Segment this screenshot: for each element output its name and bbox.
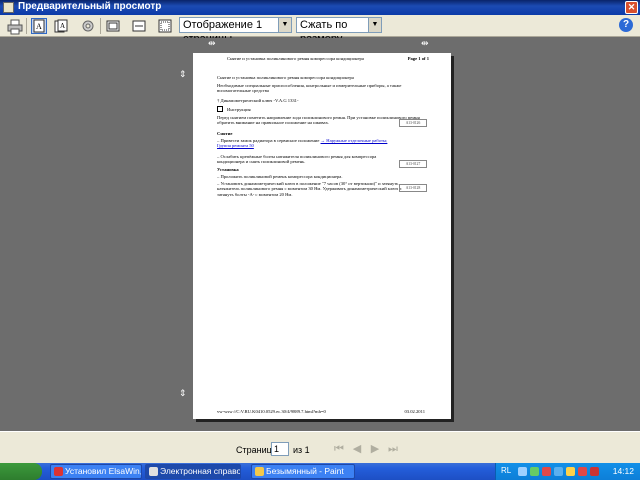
chevron-down-icon[interactable]: ▼ — [278, 18, 291, 32]
install-step-1: – Проложить поликлиновой ремень компресс… — [217, 174, 343, 179]
next-page-icon[interactable]: ▶ — [368, 443, 382, 455]
doc-title: Снятие и установка поликлинового ремня к… — [217, 75, 354, 80]
page-footer-right: 03.02.2011 — [404, 409, 425, 414]
task-label: Установил ElsaWin, ... — [65, 466, 142, 476]
figure-thumbnail[interactable]: A13-0127 — [399, 160, 427, 168]
page-footer-left: vw-wsw://C:V.RU.K0410.0529.ec.30/4/9889.… — [217, 409, 326, 414]
close-button[interactable]: ✕ — [625, 1, 638, 14]
tray-icon[interactable] — [578, 467, 587, 476]
elsawin-icon — [54, 467, 63, 476]
install-title: Установка — [217, 167, 239, 172]
single-page-icon[interactable]: A — [31, 18, 47, 34]
instruction-text: Перед снятием пометить направление хода … — [217, 115, 420, 126]
zoom-icon[interactable] — [157, 18, 173, 34]
help-button[interactable]: ? — [619, 18, 633, 32]
print-icon[interactable] — [6, 18, 23, 35]
tools-intro: Необходимые специальные приспособления, … — [217, 83, 402, 94]
svg-text:A: A — [60, 22, 65, 30]
tray-icon[interactable] — [566, 467, 575, 476]
taskbar: Установил ElsaWin, ... Электронная справ… — [0, 463, 640, 480]
instruction-label: Инструкция — [227, 107, 251, 112]
multi-page-icon[interactable]: A — [53, 18, 69, 34]
tray-icon[interactable] — [530, 467, 539, 476]
removal-title: Снятие — [217, 131, 233, 136]
bottom-margin-handle[interactable]: ⇕ — [179, 388, 187, 399]
page-number-input[interactable]: 1 — [271, 442, 289, 456]
top-margin-handle[interactable]: ⇕ — [179, 69, 187, 80]
start-button[interactable] — [0, 463, 42, 480]
tray-icon[interactable] — [590, 467, 599, 476]
removal-step-1-text: – Привести замок радиатора в сервисное п… — [217, 138, 320, 143]
title-bar[interactable]: Предварительный просмотр ✕ — [0, 0, 640, 15]
paint-icon — [255, 467, 264, 476]
window-icon — [149, 467, 158, 476]
fit-width-icon[interactable] — [105, 18, 121, 34]
removal-step-2: – Ослабить крепёжные болты натяжителя по… — [217, 154, 377, 165]
right-margin-handle[interactable]: ⇹ — [421, 38, 429, 49]
task-label: Электронная справо... — [160, 466, 241, 476]
pagination-bar: Страница 1 из 1 ⏮ ◀ ▶ ⏭ — [0, 431, 640, 463]
left-margin-handle[interactable]: ⇹ — [208, 38, 216, 49]
tray-icon[interactable] — [542, 467, 551, 476]
system-tray: RL 14:12 — [495, 463, 640, 480]
last-page-icon[interactable]: ⏭ — [386, 443, 400, 455]
figure-thumbnail[interactable]: A13-0128 — [399, 184, 427, 192]
toolbar-separator — [100, 18, 101, 34]
view-mode-select[interactable]: Отображение 1 страницы ▼ — [179, 17, 292, 45]
first-page-icon[interactable]: ⏮ — [332, 443, 346, 455]
removal-step-1: – Привести замок радиатора в сервисное п… — [217, 138, 397, 149]
page-header-right: Page 1 of 1 — [407, 56, 429, 61]
clock: 14:12 — [612, 466, 634, 476]
toolbar: A A Отображение 1 страницы ▼ Сжать по ра… — [0, 15, 640, 45]
task-elsawin[interactable]: Установил ElsaWin, ... — [50, 464, 142, 479]
zoom-select[interactable]: Сжать по размеру ▼ — [296, 17, 382, 45]
fit-page-icon[interactable] — [131, 18, 147, 34]
note-icon — [217, 106, 223, 112]
svg-text:A: A — [36, 22, 42, 31]
page-count-label: из 1 — [293, 445, 310, 455]
tray-icon[interactable] — [554, 467, 563, 476]
figure-thumbnail[interactable]: A13-0126 — [399, 119, 427, 127]
document-page: Снятие и установка поликлинового ремня к… — [193, 53, 451, 419]
tool-item: † Динамометрический ключ -V.A.G 1331- — [217, 98, 299, 103]
task-help[interactable]: Электронная справо... — [145, 464, 241, 479]
preview-area[interactable]: ⇹ ⇹ ⇕ ⇕ Снятие и установка поликлинового… — [0, 38, 640, 431]
chevron-down-icon[interactable]: ▼ — [368, 18, 381, 32]
prev-page-icon[interactable]: ◀ — [350, 443, 364, 455]
window-title: Предварительный просмотр — [18, 1, 162, 12]
page-header-left: Снятие и установка поликлинового ремня к… — [227, 56, 364, 61]
install-step-2: – Установить динамометрический ключ в по… — [217, 181, 402, 197]
task-paint[interactable]: Безымянный - Paint — [251, 464, 355, 479]
toolbar-separator — [26, 18, 27, 34]
language-indicator[interactable]: RL — [501, 466, 511, 475]
task-label: Безымянный - Paint — [266, 466, 344, 476]
app-icon — [3, 2, 14, 13]
gear-icon[interactable] — [80, 18, 96, 34]
tray-icon[interactable] — [518, 467, 527, 476]
